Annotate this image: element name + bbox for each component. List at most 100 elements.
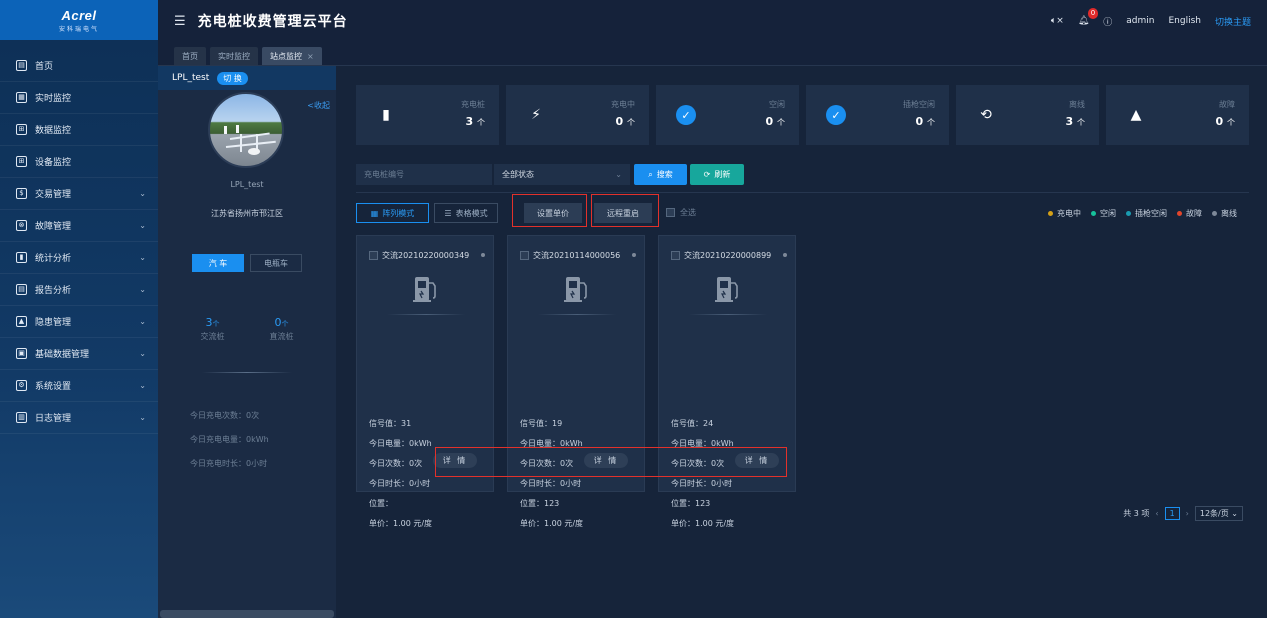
detail-button[interactable]: 详 情 xyxy=(735,453,779,468)
select-all-checkbox[interactable]: 全选 xyxy=(666,207,696,218)
legend-item: 插枪空闲 xyxy=(1126,208,1167,219)
table-mode-button[interactable]: ☰ 表格模式 xyxy=(434,203,498,223)
mute-icon[interactable]: 🔈︎× xyxy=(1051,16,1064,26)
legend-label: 离线 xyxy=(1221,209,1237,218)
sidebar-item-basedata[interactable]: ▣ 基础数据管理 ⌄ xyxy=(0,338,158,370)
next-page-icon[interactable]: › xyxy=(1186,509,1189,518)
pile-id: 交流20210220000349 xyxy=(382,251,470,260)
horizontal-scrollbar[interactable] xyxy=(160,610,334,618)
pile-number-input[interactable] xyxy=(356,164,492,185)
card-location: 位置：123 xyxy=(671,499,711,508)
chevron-down-icon: ⌄ xyxy=(139,253,146,262)
detail-button[interactable]: 详 情 xyxy=(584,453,628,468)
refresh-button-label: 刷新 xyxy=(714,170,731,179)
sidebar-item-warning[interactable]: ▲ 隐患管理 ⌄ xyxy=(0,306,158,338)
help-icon[interactable]: ⓘ xyxy=(1103,15,1112,28)
sidebar-item-stats[interactable]: ▮ 统计分析 ⌄ xyxy=(0,242,158,274)
sidebar-item-settings[interactable]: ⚙ 系统设置 ⌄ xyxy=(0,370,158,402)
set-price-button[interactable]: 设置单价 xyxy=(524,203,582,223)
user-name[interactable]: admin xyxy=(1126,16,1154,26)
sidebar-item-money[interactable]: $ 交易管理 ⌄ xyxy=(0,178,158,210)
lightning-icon: ⚡︎ xyxy=(531,107,541,123)
stat-label: 故障 xyxy=(1219,100,1235,109)
legend-item: 空闲 xyxy=(1091,208,1116,219)
pile-card: 交流20210220000349 信号值：31 今日电量：0kWh 今日次数：0次今… xyxy=(356,235,494,528)
collapse-link[interactable]: <收起 xyxy=(307,100,330,111)
card-divider xyxy=(689,314,767,315)
status-select-value: 全部状态 xyxy=(502,170,534,179)
switch-station-button[interactable]: 切 换 xyxy=(217,71,248,85)
tab-label: 站点监控 xyxy=(270,51,302,61)
station-address: 江苏省扬州市邗江区 xyxy=(211,209,283,218)
ac-count-value: 3 xyxy=(205,316,213,329)
page-size-value: 12条/页 xyxy=(1199,509,1229,518)
card-select-checkbox[interactable]: 交流20210114000056 xyxy=(520,250,620,261)
settings-icon: ⚙ xyxy=(16,380,27,391)
grid-icon: ▦ xyxy=(370,208,379,218)
close-tab-icon[interactable]: × xyxy=(307,52,314,61)
logo-brand: Acrel xyxy=(61,7,97,23)
chevron-down-icon: ⌄ xyxy=(139,189,146,198)
legend-item: 充电中 xyxy=(1048,208,1081,219)
sidebar-item-label: 基础数据管理 xyxy=(35,350,90,360)
ac-pile-count: 3个 交流桩 xyxy=(201,316,225,342)
sidebar-item-label: 系统设置 xyxy=(35,382,72,392)
sidebar-item-report[interactable]: ▤ 报告分析 ⌄ xyxy=(0,274,158,306)
prev-page-icon[interactable]: ‹ xyxy=(1155,509,1158,518)
chevron-down-icon: ⌄ xyxy=(139,317,146,326)
pile-id: 交流20210114000056 xyxy=(533,251,621,260)
page-number[interactable]: 1 xyxy=(1164,507,1180,520)
tab-label: 首页 xyxy=(182,51,198,61)
status-dot xyxy=(632,253,636,257)
sidebar-item-label: 故障管理 xyxy=(35,222,72,232)
remote-reboot-button[interactable]: 远程重启 xyxy=(594,203,652,223)
dc-count-label: 直流桩 xyxy=(269,332,294,341)
card-select-checkbox[interactable]: 交流20210220000349 xyxy=(369,250,469,261)
checkbox[interactable] xyxy=(671,251,680,260)
charger-post xyxy=(224,126,227,134)
refresh-button[interactable]: ⟳ 刷新 xyxy=(690,164,744,185)
tab-realtime-monitor[interactable]: 实时监控 xyxy=(210,47,258,65)
sidebar-menu: ▤ 首页 ▦ 实时监控 ⊞ 数据监控 ⊞ 设备监控 $ 交易管理 ⌄ ⊗ 故障管理 ⌄ ▮ 统计分析 ⌄ ▤ 报告分… xyxy=(0,50,158,434)
card-select-checkbox[interactable]: 交流20210220000899 xyxy=(671,250,771,261)
sidebar-item-label: 实时监控 xyxy=(35,94,72,104)
card-signal: 信号值：31 xyxy=(369,419,412,428)
notification-bell-icon[interactable]: 🔔︎ 0 xyxy=(1078,8,1099,26)
parking-line xyxy=(229,132,270,140)
sidebar-item-monitor[interactable]: ▦ 实时监控 xyxy=(0,82,158,114)
checkbox[interactable] xyxy=(666,208,675,217)
grid-mode-button[interactable]: ▦ 阵列模式 xyxy=(356,203,429,223)
sidebar-item-home[interactable]: ▤ 首页 xyxy=(0,50,158,82)
switch-theme-link[interactable]: 切换主题 xyxy=(1215,15,1251,28)
pile-card: 交流20210220000899 信号值：24 今日电量：0kWh 今日次数：0次今… xyxy=(658,235,796,528)
tab-home[interactable]: 首页 xyxy=(174,47,206,65)
language-switch[interactable]: English xyxy=(1168,16,1201,26)
sidebar-item-log[interactable]: ▥ 日志管理 ⌄ xyxy=(0,402,158,434)
chevron-down-icon: ⌄ xyxy=(139,221,146,230)
sidebar-item-fault[interactable]: ⊗ 故障管理 ⌄ xyxy=(0,210,158,242)
sidebar-item-device[interactable]: ⊞ 设备监控 xyxy=(0,146,158,178)
menu-toggle-icon[interactable]: ☰ xyxy=(174,14,186,29)
legend-label: 故障 xyxy=(1186,209,1202,218)
page-size-select[interactable]: 12条/页 ⌄ xyxy=(1194,506,1243,521)
status-dot xyxy=(783,253,787,257)
status-select[interactable]: 全部状态 ⌄ xyxy=(494,164,630,185)
stat-label: 充电中 xyxy=(611,100,635,109)
card-duration: 今日时长：0小时 xyxy=(671,479,733,488)
divider xyxy=(356,192,1249,193)
checkbox[interactable] xyxy=(520,251,529,260)
ebike-tab[interactable]: 电瓶车 xyxy=(250,254,302,272)
checkbox[interactable] xyxy=(369,251,378,260)
detail-button[interactable]: 详 情 xyxy=(433,453,477,468)
car-tab[interactable]: 汽 车 xyxy=(192,254,244,272)
stat-value: 0 个 xyxy=(1215,115,1236,128)
status-dot xyxy=(481,253,485,257)
search-icon: ⌕ xyxy=(648,169,653,179)
stat-card: ✓ 插枪空闲 0 个 xyxy=(806,85,949,145)
card-divider xyxy=(538,314,616,315)
search-button[interactable]: ⌕ 搜索 xyxy=(634,164,687,185)
tab-site-monitor[interactable]: 站点监控 × xyxy=(262,47,322,65)
sidebar-item-data[interactable]: ⊞ 数据监控 xyxy=(0,114,158,146)
data-icon: ⊞ xyxy=(16,124,27,135)
station-name: LPL_test xyxy=(230,180,264,189)
